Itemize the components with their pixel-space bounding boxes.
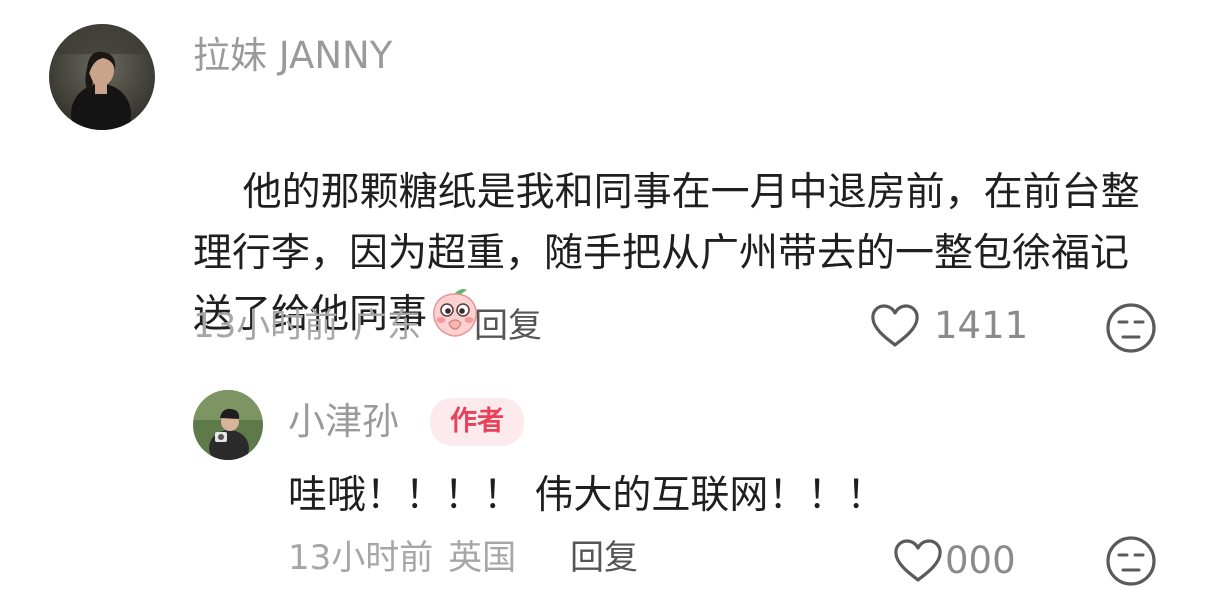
like-button[interactable]: 000 — [893, 536, 1016, 586]
avatar-photo — [193, 390, 263, 460]
avatar[interactable] — [193, 390, 263, 460]
like-button[interactable]: 1411 — [870, 301, 1028, 351]
heart-icon — [871, 304, 919, 347]
heart-icon — [894, 539, 942, 582]
comment-item: 拉妹 JANNY 他的那颗糖纸是我和同事在一月中退房前，在前台整理行李，因为超重… — [0, 0, 1206, 380]
unamused-face-icon — [1106, 303, 1156, 353]
author-badge: 作者 — [430, 398, 524, 446]
comment-location: 广东 — [353, 306, 422, 346]
dislike-button[interactable] — [1105, 302, 1157, 358]
like-count: 1411 — [934, 304, 1029, 347]
comment-meta: 13小时前 广东 — [193, 305, 421, 347]
avatar-photo — [49, 24, 155, 130]
comment-text: 哇哦！！！！ 伟大的互联网！！！ — [288, 473, 886, 518]
reply-button[interactable]: 回复 — [570, 537, 638, 579]
dislike-button[interactable] — [1105, 535, 1157, 591]
like-count: 000 — [945, 539, 1016, 582]
avatar[interactable] — [49, 24, 155, 130]
comment-time: 13小时前 — [288, 538, 434, 578]
comment-time: 13小时前 — [193, 306, 339, 346]
comment-username[interactable]: 小津孙 — [288, 400, 399, 444]
comment-meta: 13小时前 英国 — [288, 537, 516, 579]
reply-button[interactable]: 回复 — [474, 305, 542, 347]
comment-text: 他的那颗糖纸是我和同事在一月中退房前，在前台整理行李，因为超重，随手把从广州带去… — [193, 101, 1163, 406]
comment-username[interactable]: 拉妹 JANNY — [193, 34, 392, 78]
comment-location: 英国 — [448, 538, 517, 578]
reply-comment-item: 小津孙 作者 哇哦！！！！ 伟大的互联网！！！ 13小时前 英国 回复 000 — [0, 380, 1206, 606]
unamused-face-icon — [1106, 536, 1156, 586]
